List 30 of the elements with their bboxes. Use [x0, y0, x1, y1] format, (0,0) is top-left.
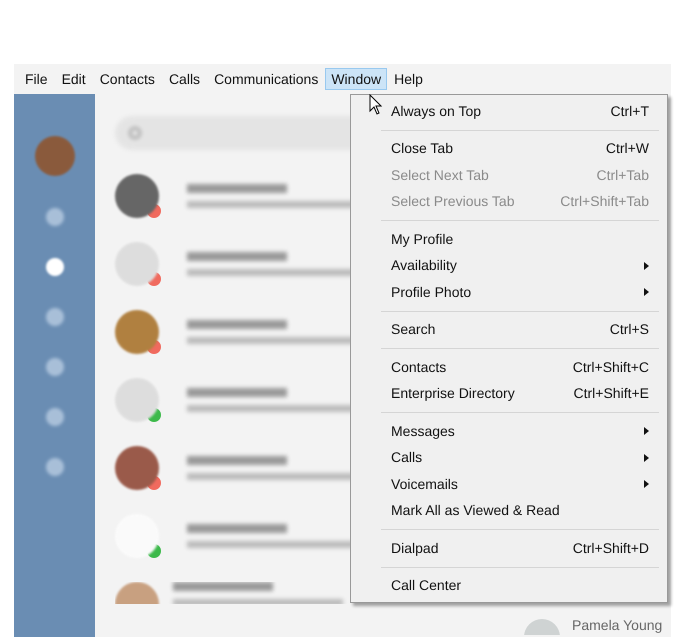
avatar — [115, 242, 159, 286]
menu-item[interactable]: Calls — [351, 444, 667, 471]
menu-item[interactable]: Dialpad Ctrl+Shift+D — [351, 535, 667, 562]
profile-avatar[interactable] — [34, 136, 74, 176]
menu-bar-item[interactable]: File — [18, 68, 55, 90]
menu-item[interactable]: Search Ctrl+S — [351, 316, 667, 343]
avatar — [115, 174, 159, 218]
menu-bar-item[interactable]: Window — [325, 68, 388, 90]
mouse-cursor-icon — [369, 94, 383, 116]
blurred-conversation-preview[interactable] — [173, 582, 343, 604]
menu-item[interactable]: Mark All as Viewed & Read — [351, 498, 667, 524]
menu-item[interactable]: Messages — [351, 418, 667, 444]
menu-bar-item[interactable]: Edit — [54, 68, 93, 90]
avatar — [115, 310, 159, 354]
menu-item[interactable]: Call Center — [351, 572, 667, 599]
menu-item[interactable]: Profile Photo — [351, 279, 667, 306]
menu-item[interactable]: Always on Top Ctrl+T — [351, 98, 667, 124]
menu-item[interactable]: Close Tab Ctrl+W — [351, 136, 667, 162]
menu-bar-item[interactable]: Contacts — [92, 68, 162, 90]
menu-item[interactable]: Enterprise Directory Ctrl+Shift+E — [351, 380, 667, 407]
menu-bar-item[interactable]: Help — [387, 68, 430, 90]
menu-item[interactable]: Availability — [351, 252, 667, 279]
menu-item[interactable]: My Profile — [351, 226, 667, 252]
contact-name: Pamela Young — [572, 616, 662, 635]
menu-bar-item[interactable]: Communications — [207, 68, 326, 90]
menu-item[interactable]: Contacts Ctrl+Shift+C — [351, 354, 667, 380]
avatar — [115, 446, 159, 490]
menu-item[interactable]: Voicemails — [351, 471, 667, 498]
avatar — [115, 378, 159, 422]
menu-bar-item[interactable]: Calls — [162, 68, 208, 90]
